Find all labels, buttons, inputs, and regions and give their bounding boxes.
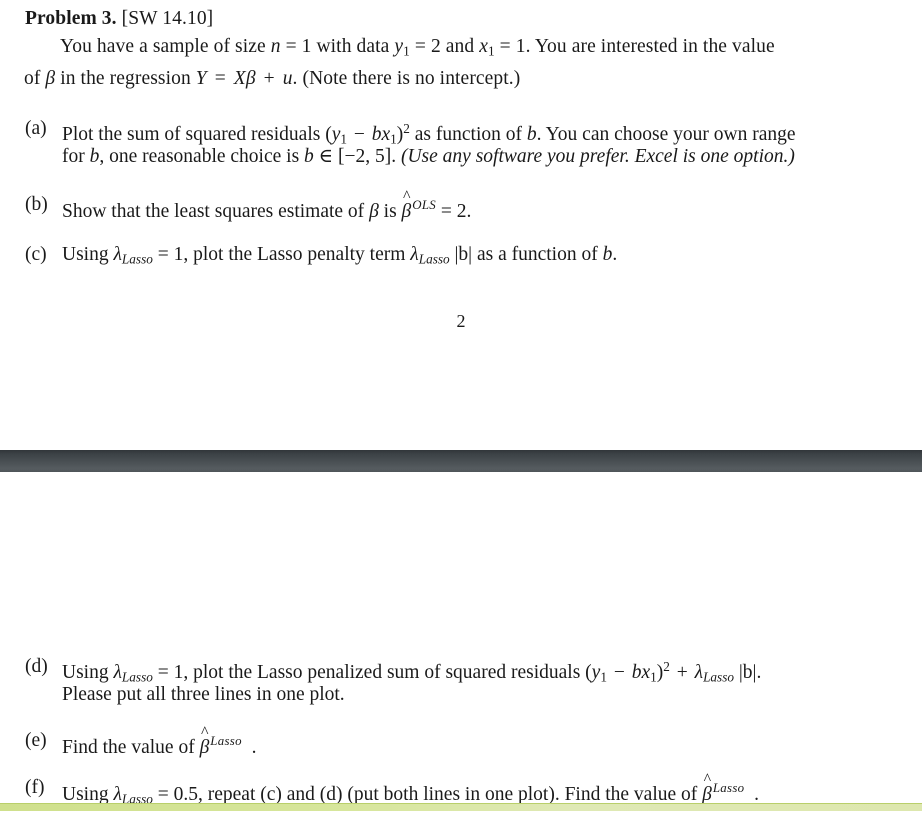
bottom-accent-band: [0, 804, 922, 811]
lambda-subscript-lasso-2: Lasso: [418, 251, 450, 267]
minus-sign: −: [608, 661, 630, 683]
var-b: b: [526, 123, 537, 145]
item-d-text-b: = 1, plot the Lasso penalized sum of squ…: [152, 661, 592, 683]
term-bx: bx: [371, 123, 391, 145]
var-Y: Y: [195, 68, 207, 89]
intro-text-d: = 1. You are interested in the value: [494, 36, 775, 57]
hat-accent-icon: ^: [703, 771, 712, 789]
item-label-e: (e): [25, 730, 47, 751]
item-b-text-b: is: [378, 200, 402, 222]
lambda-subscript-lasso-2: Lasso: [703, 669, 734, 685]
equals-sign: =: [209, 68, 231, 89]
lambda-symbol: λ: [113, 783, 122, 805]
plus-sign: +: [258, 68, 280, 89]
plus-sign: +: [671, 661, 693, 683]
lambda-symbol-2: λ: [410, 244, 419, 265]
problem-heading-reference: [SW 14.10]: [121, 8, 214, 29]
item-a-text-a: Plot the sum of squared residuals (: [62, 123, 332, 145]
beta-hat-ols: ^ β: [402, 189, 413, 225]
superscript-lasso: Lasso: [210, 734, 242, 748]
item-e-line-1: Find the value of ^ βLasso .: [62, 725, 257, 761]
item-e-text-a: Find the value of: [62, 736, 200, 758]
beta-hat-lasso: ^ β: [200, 725, 211, 761]
hat-accent-icon: ^: [402, 188, 411, 206]
item-a2-italic-note: (Use any software you prefer. Excel is o…: [400, 146, 795, 167]
var-beta: β: [45, 68, 56, 89]
var-b: b: [602, 244, 613, 265]
intro-text-a: You have a sample of size: [60, 36, 271, 57]
var-u: u: [282, 68, 293, 89]
item-d-line-2: Please put all three lines in one plot.: [62, 684, 345, 705]
item-label-f: (f): [25, 777, 45, 798]
item-c-text-a: Using: [62, 244, 114, 265]
item-a-text-c: as function of: [409, 123, 527, 145]
var-x-subscript: 1: [487, 43, 495, 59]
var-y: y: [394, 36, 404, 57]
item-f-text-a: Using: [62, 783, 114, 805]
term-bx-subscript: 1: [650, 669, 657, 685]
var-n: n: [270, 36, 281, 57]
lambda-symbol-2: λ: [694, 661, 704, 683]
lambda-symbol: λ: [113, 244, 122, 265]
item-b-text-a: Show that the least squares estimate of: [62, 200, 370, 222]
item-b-line-1: Show that the least squares estimate of …: [62, 189, 472, 225]
item-c-line-1: Using λLasso = 1, plot the Lasso penalty…: [62, 242, 617, 273]
item-c-text-b: = 1, plot the Lasso penalty term: [152, 244, 411, 265]
item-c-text-d: .: [612, 244, 618, 265]
lambda-subscript-lasso: Lasso: [121, 251, 153, 267]
item-f-text-b: = 0.5, repeat (c) and (d) (put both line…: [152, 783, 703, 805]
superscript-lasso: Lasso: [712, 781, 745, 795]
dark-separator-band: [0, 450, 922, 472]
intro-paragraph-line-1: You have a sample of size n = 1 with dat…: [60, 34, 775, 65]
absolute-value-b: |b|: [738, 661, 757, 683]
problem-heading: Problem 3. [SW 14.10]: [25, 6, 213, 32]
intro2-text-c: . (Note there is no intercept.): [292, 68, 521, 89]
term-bx: bx: [631, 661, 651, 683]
problem-heading-title: Problem 3.: [25, 8, 117, 29]
document-page: Problem 3. [SW 14.10] You have a sample …: [0, 0, 922, 811]
item-b-text-c: = 2.: [436, 200, 472, 222]
var-beta: β: [369, 200, 379, 222]
page-number: 2: [456, 311, 466, 331]
intro-paragraph-line-2: of β in the regression Y = Xβ + u. (Note…: [24, 66, 520, 92]
item-d-text-a: Using: [62, 661, 114, 683]
item-label-a: (a): [25, 118, 47, 139]
intro2-text-b: in the regression: [55, 68, 196, 89]
exponent-2: 2: [403, 121, 410, 136]
var-y-subscript: 1: [403, 43, 410, 59]
var-b-2: b: [304, 146, 314, 167]
item-a-text-d: . You can choose your own range: [536, 123, 796, 145]
var-x: x: [479, 36, 488, 57]
range-interval: ∈ [−2, 5].: [313, 146, 401, 167]
item-d-text-end: .: [756, 661, 762, 683]
intro2-text-a: of: [24, 68, 46, 89]
item-c-text-c: as a function of: [472, 244, 603, 265]
intro-text-c: = 2 and: [409, 36, 480, 57]
var-beta-2: β: [245, 68, 256, 89]
intro-text-b: = 1 with data: [280, 36, 395, 57]
lambda-symbol: λ: [113, 661, 122, 683]
var-b: b: [89, 146, 100, 167]
minus-sign: −: [349, 123, 370, 145]
item-f-text-c: .: [754, 783, 760, 805]
item-a2-text-a: for: [62, 146, 90, 167]
exponent-2: 2: [663, 659, 670, 674]
hat-accent-icon: ^: [201, 724, 209, 742]
item-label-c: (c): [25, 244, 47, 265]
item-label-b: (b): [25, 194, 48, 215]
var-X: X: [233, 68, 246, 89]
item-a2-text-b: , one reasonable choice is: [99, 146, 305, 167]
item-e-text-b: .: [251, 736, 257, 758]
item-label-d: (d): [25, 656, 48, 677]
item-a-line-2: for b, one reasonable choice is b ∈ [−2,…: [62, 144, 795, 170]
absolute-value-b: |b|: [454, 244, 473, 265]
var-y-subscript: 1: [600, 669, 607, 685]
superscript-ols: OLS: [412, 198, 437, 212]
